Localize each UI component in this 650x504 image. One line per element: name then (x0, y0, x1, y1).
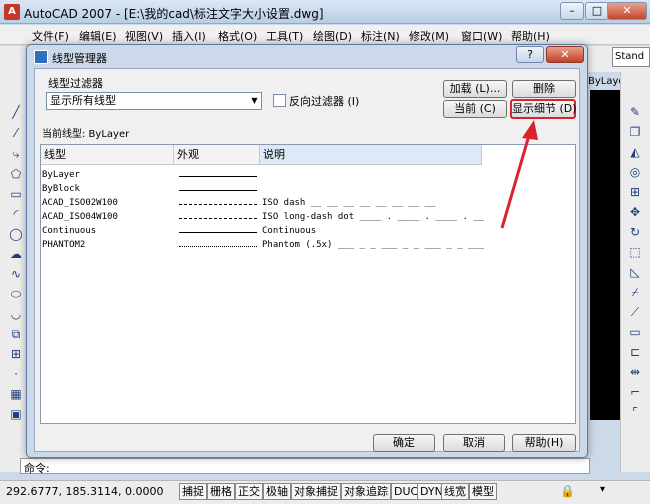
hatch-icon[interactable]: ▦ (8, 386, 24, 402)
copy-icon[interactable]: ❐ (627, 124, 643, 140)
otrack-toggle[interactable]: 对象追踪 (341, 483, 391, 500)
osnap-toggle[interactable]: 对象捕捉 (291, 483, 341, 500)
window-title: AutoCAD 2007 - [E:\我的cad\标注文字大小设置.dwg] (24, 7, 324, 21)
linetype-preview (179, 190, 257, 191)
extend-icon[interactable]: ⟋ (627, 304, 643, 320)
point-icon[interactable]: · (8, 366, 24, 382)
linetype-description: ISO dash __ __ __ __ __ __ __ __ (262, 198, 436, 208)
make-block-icon[interactable]: ⊞ (8, 346, 24, 362)
linetype-name[interactable]: PHANTOM2 (42, 240, 85, 250)
menu-draw[interactable]: 绘图(D) (313, 28, 352, 44)
line-tool-icon[interactable]: ╱ (8, 104, 24, 120)
dialog-title: 线型管理器 (52, 52, 107, 65)
menu-modify[interactable]: 修改(M) (409, 28, 449, 44)
trim-icon[interactable]: ⌿ (627, 284, 643, 300)
offset-icon[interactable]: ◎ (627, 164, 643, 180)
linetype-name[interactable]: ACAD_ISO02W100 (42, 198, 118, 208)
scale-icon[interactable]: ⬚ (627, 244, 643, 260)
menu-tools[interactable]: 工具(T) (266, 28, 303, 44)
stretch-icon[interactable]: ◺ (627, 264, 643, 280)
drawing-area[interactable] (590, 90, 620, 420)
cancel-button[interactable]: 取消 (443, 434, 505, 452)
invert-filter-checkbox[interactable] (273, 94, 286, 107)
spline-icon[interactable]: ∿ (8, 266, 24, 282)
linetype-name[interactable]: ByLayer (42, 170, 80, 180)
polygon-icon[interactable]: ⬠ (8, 166, 24, 182)
mirror-icon[interactable]: ◭ (627, 144, 643, 160)
construction-line-icon[interactable]: ⁄ (8, 125, 24, 141)
snap-toggle[interactable]: 捕捉 (179, 483, 207, 500)
help-button[interactable]: 帮助(H) (512, 434, 576, 452)
linetype-name[interactable]: Continuous (42, 226, 96, 236)
load-button[interactable]: 加载 (L)... (443, 80, 507, 98)
chevron-down-icon[interactable]: ▼ (248, 93, 261, 109)
command-line[interactable] (20, 458, 590, 474)
arc-icon[interactable]: ◜ (8, 206, 24, 222)
close-window-button[interactable]: ✕ (607, 2, 647, 20)
linetype-preview (179, 246, 257, 247)
break-icon[interactable]: ▭ (627, 324, 643, 340)
model-toggle[interactable]: 模型 (469, 483, 497, 500)
menu-insert[interactable]: 插入(I) (172, 28, 206, 44)
column-header-linetype[interactable]: 线型 (41, 145, 174, 165)
coordinates-readout: 292.6777, 185.3114, 0.0000 (6, 485, 164, 498)
dialog-app-icon (34, 50, 48, 64)
rectangle-icon[interactable]: ▭ (8, 186, 24, 202)
linetype-name[interactable]: ByBlock (42, 184, 80, 194)
annotation-arrow (500, 120, 538, 229)
polyline-icon[interactable]: ⤷ (8, 146, 24, 162)
filter-dropdown[interactable]: 显示所有线型 (46, 92, 262, 110)
text-style-combo[interactable]: Stand (612, 47, 650, 67)
menu-help[interactable]: 帮助(H) (511, 28, 550, 44)
move-icon[interactable]: ✥ (627, 204, 643, 220)
linetype-description: Continuous (262, 226, 317, 236)
lineweight-toggle[interactable]: 线宽 (441, 483, 469, 500)
menu-file[interactable]: 文件(F) (32, 28, 69, 44)
explode-icon[interactable]: ⌜ (627, 404, 643, 420)
menu-bar: 文件(F) 编辑(E) 视图(V) 插入(I) 格式(O) 工具(T) 绘图(D… (0, 25, 650, 45)
lock-icon[interactable]: 🔒 (560, 484, 575, 498)
ellipse-icon[interactable]: ⬭ (8, 286, 24, 302)
linetype-preview (179, 232, 257, 233)
linetype-preview (179, 204, 257, 205)
column-header-description[interactable]: 说明 (260, 145, 482, 165)
menu-format[interactable]: 格式(O) (218, 28, 257, 44)
linetype-name[interactable]: ACAD_ISO04W100 (42, 212, 118, 222)
ellipse-arc-icon[interactable]: ◡ (8, 306, 24, 322)
dialog-close-button[interactable]: ✕ (546, 46, 584, 63)
filter-group-label: 线型过滤器 (48, 77, 103, 90)
fillet-icon[interactable]: ⌐ (627, 384, 643, 400)
polar-toggle[interactable]: 极轴 (263, 483, 291, 500)
command-prompt: 命令: (24, 462, 50, 475)
rotate-icon[interactable]: ↻ (627, 224, 643, 240)
maximize-button[interactable]: □ (585, 2, 609, 20)
linetype-description: Phantom (.5x) ___ _ _ ___ _ _ ___ _ _ __… (262, 240, 485, 250)
revision-cloud-icon[interactable]: ☁ (8, 246, 24, 262)
ok-button[interactable]: 确定 (373, 434, 435, 452)
join-icon[interactable]: ⊏ (627, 344, 643, 360)
invert-filter-label: 反向过滤器 (I) (289, 95, 360, 108)
autocad-app-icon: A (4, 4, 20, 20)
minimize-button[interactable]: – (560, 2, 584, 20)
circle-icon[interactable]: ◯ (8, 226, 24, 242)
gradient-icon[interactable]: ▣ (8, 406, 24, 422)
linetype-description: ISO long-dash dot ____ . ____ . ____ . _… (262, 212, 485, 222)
insert-block-icon[interactable]: ⧉ (8, 326, 24, 342)
grid-toggle[interactable]: 栅格 (207, 483, 235, 500)
chamfer-icon[interactable]: ⇹ (627, 364, 643, 380)
column-header-appearance[interactable]: 外观 (174, 145, 260, 165)
tray-settings-icon[interactable]: ▾ (600, 484, 605, 495)
dialog-help-button[interactable]: ? (516, 46, 544, 63)
linetype-preview (179, 218, 257, 219)
menu-edit[interactable]: 编辑(E) (79, 28, 117, 44)
menu-dimension[interactable]: 标注(N) (361, 28, 400, 44)
array-icon[interactable]: ⊞ (627, 184, 643, 200)
menu-window[interactable]: 窗口(W) (461, 28, 502, 44)
current-linetype-label: 当前线型: ByLayer (42, 129, 130, 140)
ortho-toggle[interactable]: 正交 (235, 483, 263, 500)
erase-icon[interactable]: ✎ (627, 104, 643, 120)
linetype-preview (179, 176, 257, 177)
menu-view[interactable]: 视图(V) (125, 28, 163, 44)
delete-button[interactable]: 删除 (512, 80, 576, 98)
